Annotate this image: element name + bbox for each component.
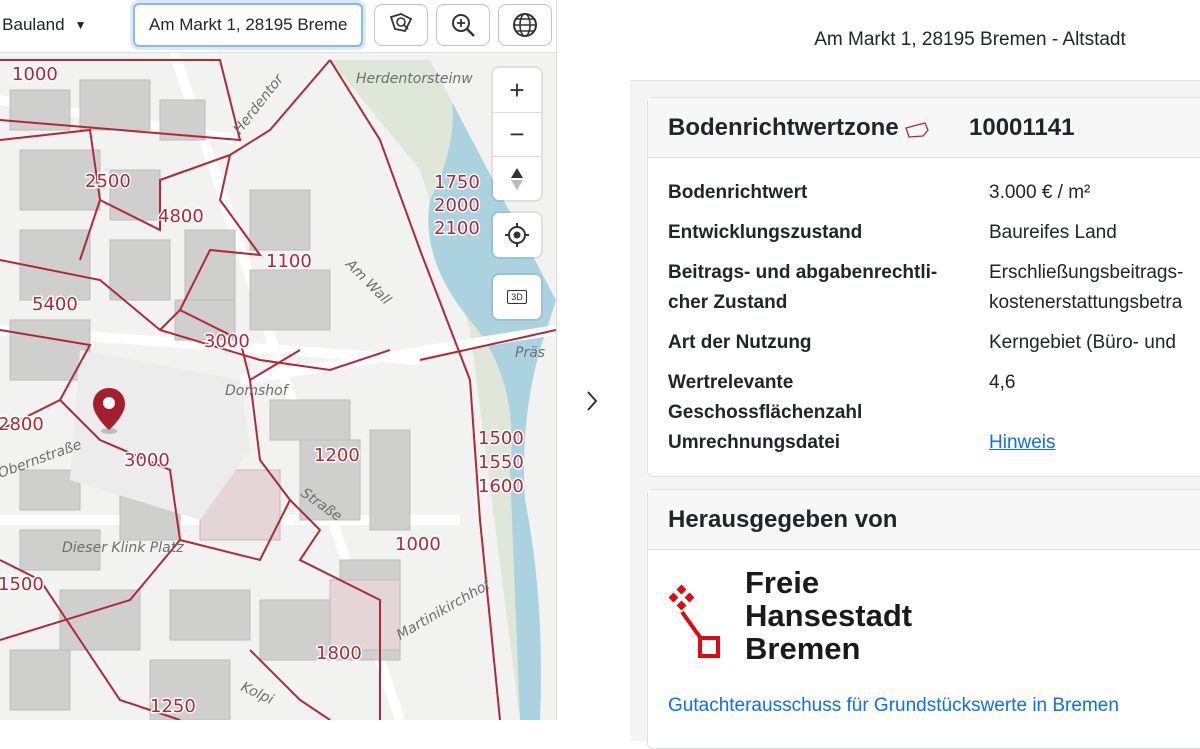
map-canvas[interactable]: Herdentorsteinw Herdentor Am Wall Präs D… <box>0 0 556 720</box>
zone-value-label[interactable]: 1500 <box>477 427 526 451</box>
row-value: Kerngebiet (Büro- und <box>989 332 1176 353</box>
map-toolbar: t: Bauland ▼ <box>0 0 556 53</box>
row-value: kostenerstattungsbetra <box>989 292 1183 313</box>
gutachterausschuss-link[interactable]: Gutachterausschuss für Grundstückswerte … <box>668 695 1119 717</box>
geolocate-button[interactable] <box>493 213 541 257</box>
zone-value-label[interactable]: 1000 <box>11 63 60 87</box>
zone-value-label[interactable]: 1200 <box>313 444 362 468</box>
zone-value-label[interactable]: 3000 <box>123 449 172 473</box>
zone-card-title: Bodenrichtwertzone <box>668 113 899 141</box>
crosshair-icon <box>505 223 529 247</box>
landuse-select-value: t: Bauland <box>0 15 65 34</box>
chevron-right-icon <box>587 391 598 411</box>
zoom-search-button[interactable] <box>436 4 490 46</box>
street-label: Herdentorsteinw <box>356 71 473 87</box>
panel-body: Bodenrichtwertzone 10001141 Bodenrichtwe… <box>630 80 1200 749</box>
logo-line-1: Freie <box>745 565 820 600</box>
street-label: Kolpi <box>238 679 276 708</box>
zone-card-header: Bodenrichtwertzone 10001141 <box>648 98 1200 158</box>
3d-icon: 3D <box>507 290 527 304</box>
chevron-down-icon: ▼ <box>74 18 87 32</box>
row-key: Geschossflächenzahl <box>668 402 863 423</box>
zone-value-label[interactable]: 1800 <box>315 642 364 666</box>
street-label: Domshof <box>225 383 290 399</box>
street-label: Dieser Klink Platz <box>62 540 184 556</box>
panel-toggle-button[interactable] <box>578 385 606 417</box>
bremen-key-icon <box>668 584 720 658</box>
row-key: Entwicklungszustand <box>668 222 863 243</box>
address-search-input[interactable] <box>133 3 363 47</box>
location-pin-icon[interactable] <box>91 386 127 434</box>
zone-card: Bodenrichtwertzone 10001141 Bodenrichtwe… <box>647 97 1200 477</box>
street-label: Herdentor <box>231 71 288 138</box>
address-heading: Am Markt 1, 28195 Bremen - Altstadt <box>814 29 1126 50</box>
zoom-search-icon <box>452 14 475 37</box>
hinweis-link[interactable]: Hinweis <box>989 428 1200 458</box>
row-key: Umrechnungsdatei <box>668 432 841 453</box>
zoom-controls: + − <box>493 68 541 200</box>
row-value: Erschließungsbeitrags- <box>989 262 1184 283</box>
row-key: Beitrags- und abgabenrechtli- <box>668 262 938 283</box>
zoom-out-button[interactable]: − <box>493 112 541 156</box>
polygon-search-icon <box>389 13 413 33</box>
3d-control: 3D <box>493 275 541 319</box>
publisher-card-title: Herausgegeben von <box>668 505 898 533</box>
zone-value-label[interactable]: 1500 <box>0 573 45 597</box>
zone-value-label[interactable]: 5400 <box>31 293 80 317</box>
logo-line-2: Hansestadt <box>745 598 913 633</box>
globe-icon <box>513 13 537 37</box>
zone-value-label[interactable]: 2000 <box>433 194 482 218</box>
zone-value-label[interactable]: 1250 <box>149 695 198 719</box>
row-value: 4,6 <box>989 372 1016 393</box>
row-key: Art der Nutzung <box>668 332 812 353</box>
bremen-logo: Freie Hansestadt Bremen <box>668 566 968 676</box>
zone-value-label[interactable]: 1000 <box>394 533 443 557</box>
geolocate-control <box>493 213 541 257</box>
row-key: Bodenrichtwert <box>668 182 808 203</box>
zone-value-label[interactable]: 2800 <box>0 413 45 437</box>
zone-value-label[interactable]: 2100 <box>433 217 482 241</box>
zone-id: 10001141 <box>969 113 1075 141</box>
publisher-card-header: Herausgegeben von <box>648 490 1200 550</box>
publisher-card: Herausgegeben von Freie Hansestadt Breme… <box>647 489 1200 749</box>
street-label: Martinikirchhof <box>394 576 495 644</box>
zone-value-label[interactable]: 1600 <box>477 475 526 499</box>
zone-value-label[interactable]: 1750 <box>433 171 482 195</box>
row-value: 3.000 € / m² <box>989 182 1091 203</box>
zone-value-label[interactable]: 3000 <box>203 330 252 354</box>
map-pane[interactable]: Herdentorsteinw Herdentor Am Wall Präs D… <box>0 0 557 720</box>
street-label: Präs <box>515 345 545 361</box>
logo-line-3: Bremen <box>745 631 861 666</box>
zone-value-label[interactable]: 2500 <box>84 170 133 194</box>
zone-outline-icon <box>904 121 929 138</box>
row-key: cher Zustand <box>668 292 788 313</box>
compass-button[interactable] <box>493 156 541 200</box>
zone-value-label[interactable]: 4800 <box>157 205 206 229</box>
polygon-search-button[interactable] <box>374 4 428 46</box>
zoom-in-button[interactable]: + <box>493 68 541 112</box>
zone-value-label[interactable]: 1550 <box>477 451 526 475</box>
3d-toggle-button[interactable]: 3D <box>493 275 541 319</box>
street-label: Am Wall <box>341 256 393 308</box>
row-value: Baureifes Land <box>989 222 1117 243</box>
info-panel: Am Markt 1, 28195 Bremen - Altstadt Bode… <box>630 0 1200 749</box>
zone-value-label[interactable]: 1100 <box>265 250 314 274</box>
compass-icon <box>511 167 523 190</box>
row-key: Wertrelevante <box>668 372 794 393</box>
globe-button[interactable] <box>498 4 552 46</box>
landuse-select[interactable]: t: Bauland ▼ <box>0 6 123 44</box>
